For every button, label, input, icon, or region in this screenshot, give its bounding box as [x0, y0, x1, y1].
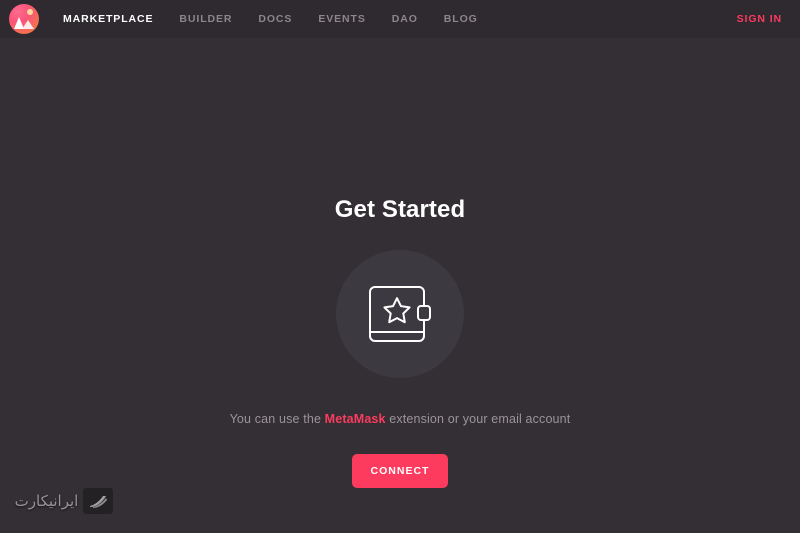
metamask-link[interactable]: MetaMask: [325, 412, 386, 426]
star-icon: [383, 297, 411, 324]
connect-button[interactable]: CONNECT: [352, 454, 448, 488]
wallet-strip-shape: [369, 331, 425, 333]
watermark-text: ایرانیکارت: [14, 492, 79, 510]
main-content: Get Started You can use the MetaMask ext…: [0, 38, 800, 533]
top-navbar: MARKETPLACE BUILDER DOCS EVENTS DAO BLOG…: [0, 0, 800, 38]
page-root: MARKETPLACE BUILDER DOCS EVENTS DAO BLOG…: [0, 0, 800, 533]
watermark-inner: ایرانیکارت: [15, 488, 114, 514]
nav-items: MARKETPLACE BUILDER DOCS EVENTS DAO BLOG: [50, 0, 491, 38]
subtitle-text: You can use the MetaMask extension or yo…: [230, 412, 571, 426]
sign-in-button[interactable]: SIGN IN: [737, 0, 782, 38]
nav-item-marketplace[interactable]: MARKETPLACE: [50, 13, 166, 25]
iranicard-glyph: [90, 496, 108, 508]
subtitle-after: extension or your email account: [385, 412, 571, 426]
wallet-icon-circle: [336, 250, 464, 378]
subtitle-before: You can use the: [229, 412, 325, 426]
watermark: ایرانیکارت: [4, 473, 124, 529]
logo-sun-shape: [27, 9, 33, 15]
nav-item-dao[interactable]: DAO: [379, 13, 431, 25]
wallet-clasp-shape: [417, 305, 431, 321]
nav-item-blog[interactable]: BLOG: [431, 13, 491, 25]
logo-peak-secondary-shape: [22, 20, 34, 29]
wallet-star-icon: [369, 286, 431, 342]
nav-item-events[interactable]: EVENTS: [305, 13, 378, 25]
nav-item-docs[interactable]: DOCS: [245, 13, 305, 25]
nav-item-builder[interactable]: BUILDER: [166, 13, 245, 25]
decentraland-logo-icon[interactable]: [9, 4, 39, 34]
iranicard-logo-icon: [83, 488, 114, 514]
page-title: Get Started: [334, 196, 466, 223]
